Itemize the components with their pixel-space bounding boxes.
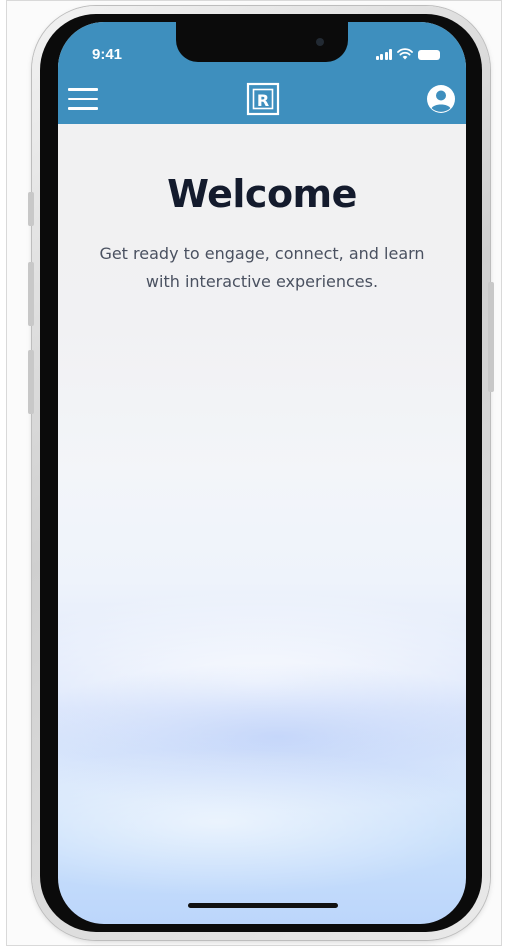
hamburger-menu-icon[interactable] <box>68 87 98 111</box>
app-header: R <box>58 74 466 124</box>
front-camera <box>316 38 324 46</box>
status-icons <box>375 48 440 60</box>
subtitle-line: Get ready to engage, connect, and learn <box>99 244 425 263</box>
logo-letter: R <box>257 91 269 110</box>
battery-icon <box>418 50 440 60</box>
volume-down-button <box>28 350 34 414</box>
app-screen: 9:41 R Welcome Get ready to engage, conn… <box>58 22 466 924</box>
user-account-icon[interactable] <box>426 84 456 114</box>
app-logo: R <box>246 82 280 116</box>
silent-switch <box>28 192 34 226</box>
volume-up-button <box>28 262 34 326</box>
power-button <box>488 282 494 392</box>
subtitle-line: with interactive experiences. <box>145 272 379 291</box>
background-swirl <box>58 742 466 902</box>
notch <box>176 22 348 62</box>
phone-device: 9:41 R Welcome Get ready to engage, conn… <box>28 6 494 940</box>
status-time: 9:41 <box>92 46 123 63</box>
background-swirl <box>58 582 466 782</box>
background-swirl <box>58 662 466 812</box>
page-title: Welcome <box>167 172 357 216</box>
welcome-subtitle: Get ready to engage, connect, and learn … <box>72 240 452 296</box>
home-indicator[interactable] <box>188 903 338 908</box>
wifi-icon <box>397 48 413 60</box>
cellular-signal-icon <box>375 49 392 60</box>
